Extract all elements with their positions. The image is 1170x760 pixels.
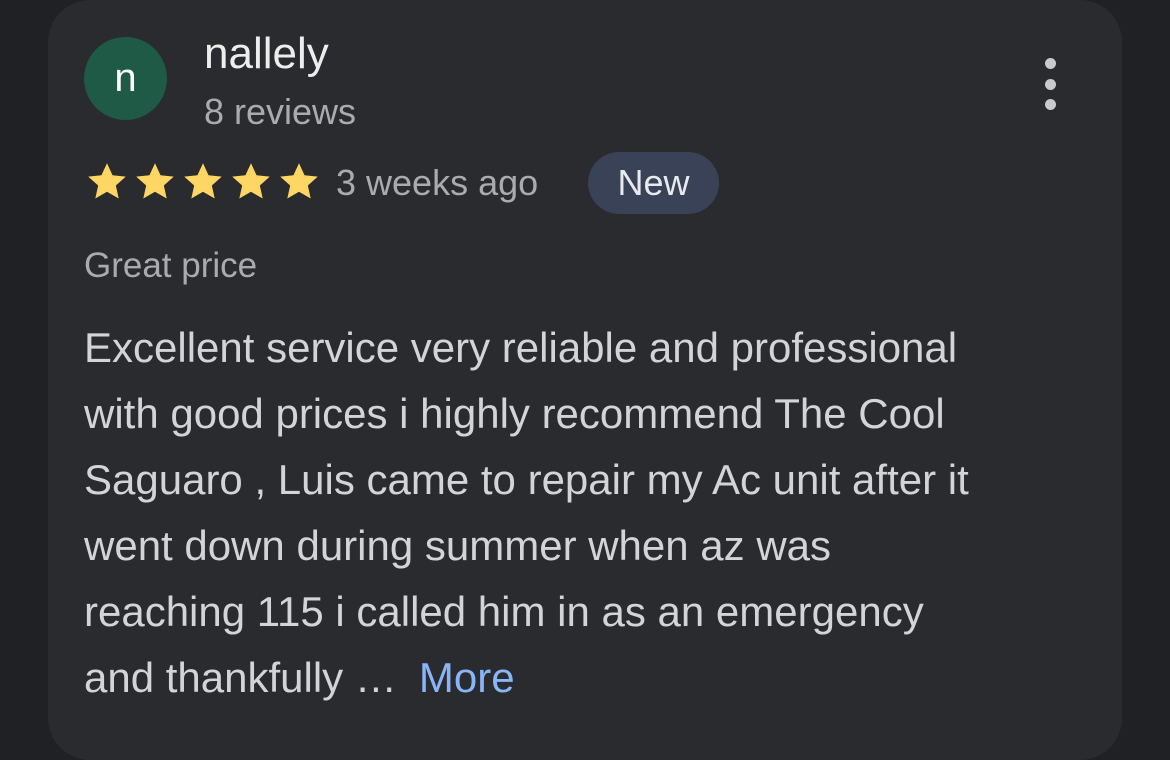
reviewer-name[interactable]: nallely: [204, 28, 329, 80]
star-icon: [276, 159, 322, 205]
star-icon: [84, 159, 130, 205]
star-icon: [228, 159, 274, 205]
menu-dot: [1044, 99, 1056, 110]
review-text-line: Excellent service very reliable and prof…: [84, 324, 958, 371]
star-icon: [180, 159, 226, 205]
menu-dot: [1044, 78, 1056, 90]
review-text: Excellent service very reliable and prof…: [84, 315, 1114, 711]
avatar[interactable]: n: [84, 37, 167, 120]
review-text-line: went down during summer when az was: [84, 522, 832, 569]
menu-dot: [1044, 58, 1056, 69]
review-text-line-last: and thankfully … More: [84, 645, 1114, 711]
review-text-line: reaching 115 i called him in as an emerg…: [84, 588, 924, 635]
star-rating: [84, 159, 322, 205]
review-time: 3 weeks ago: [336, 162, 539, 203]
reviewer-review-count: 8 reviews: [204, 91, 357, 132]
more-vert-icon[interactable]: [1026, 54, 1074, 114]
new-badge: New: [588, 152, 719, 214]
review-text-line: with good prices i highly recommend The …: [84, 390, 945, 437]
star-icon: [132, 159, 178, 205]
review-text-truncated: and thankfully …: [84, 654, 397, 701]
review-text-line: Saguaro , Luis came to repair my Ac unit…: [84, 456, 969, 503]
review-tag: Great price: [84, 246, 258, 285]
more-link[interactable]: More: [419, 654, 515, 701]
